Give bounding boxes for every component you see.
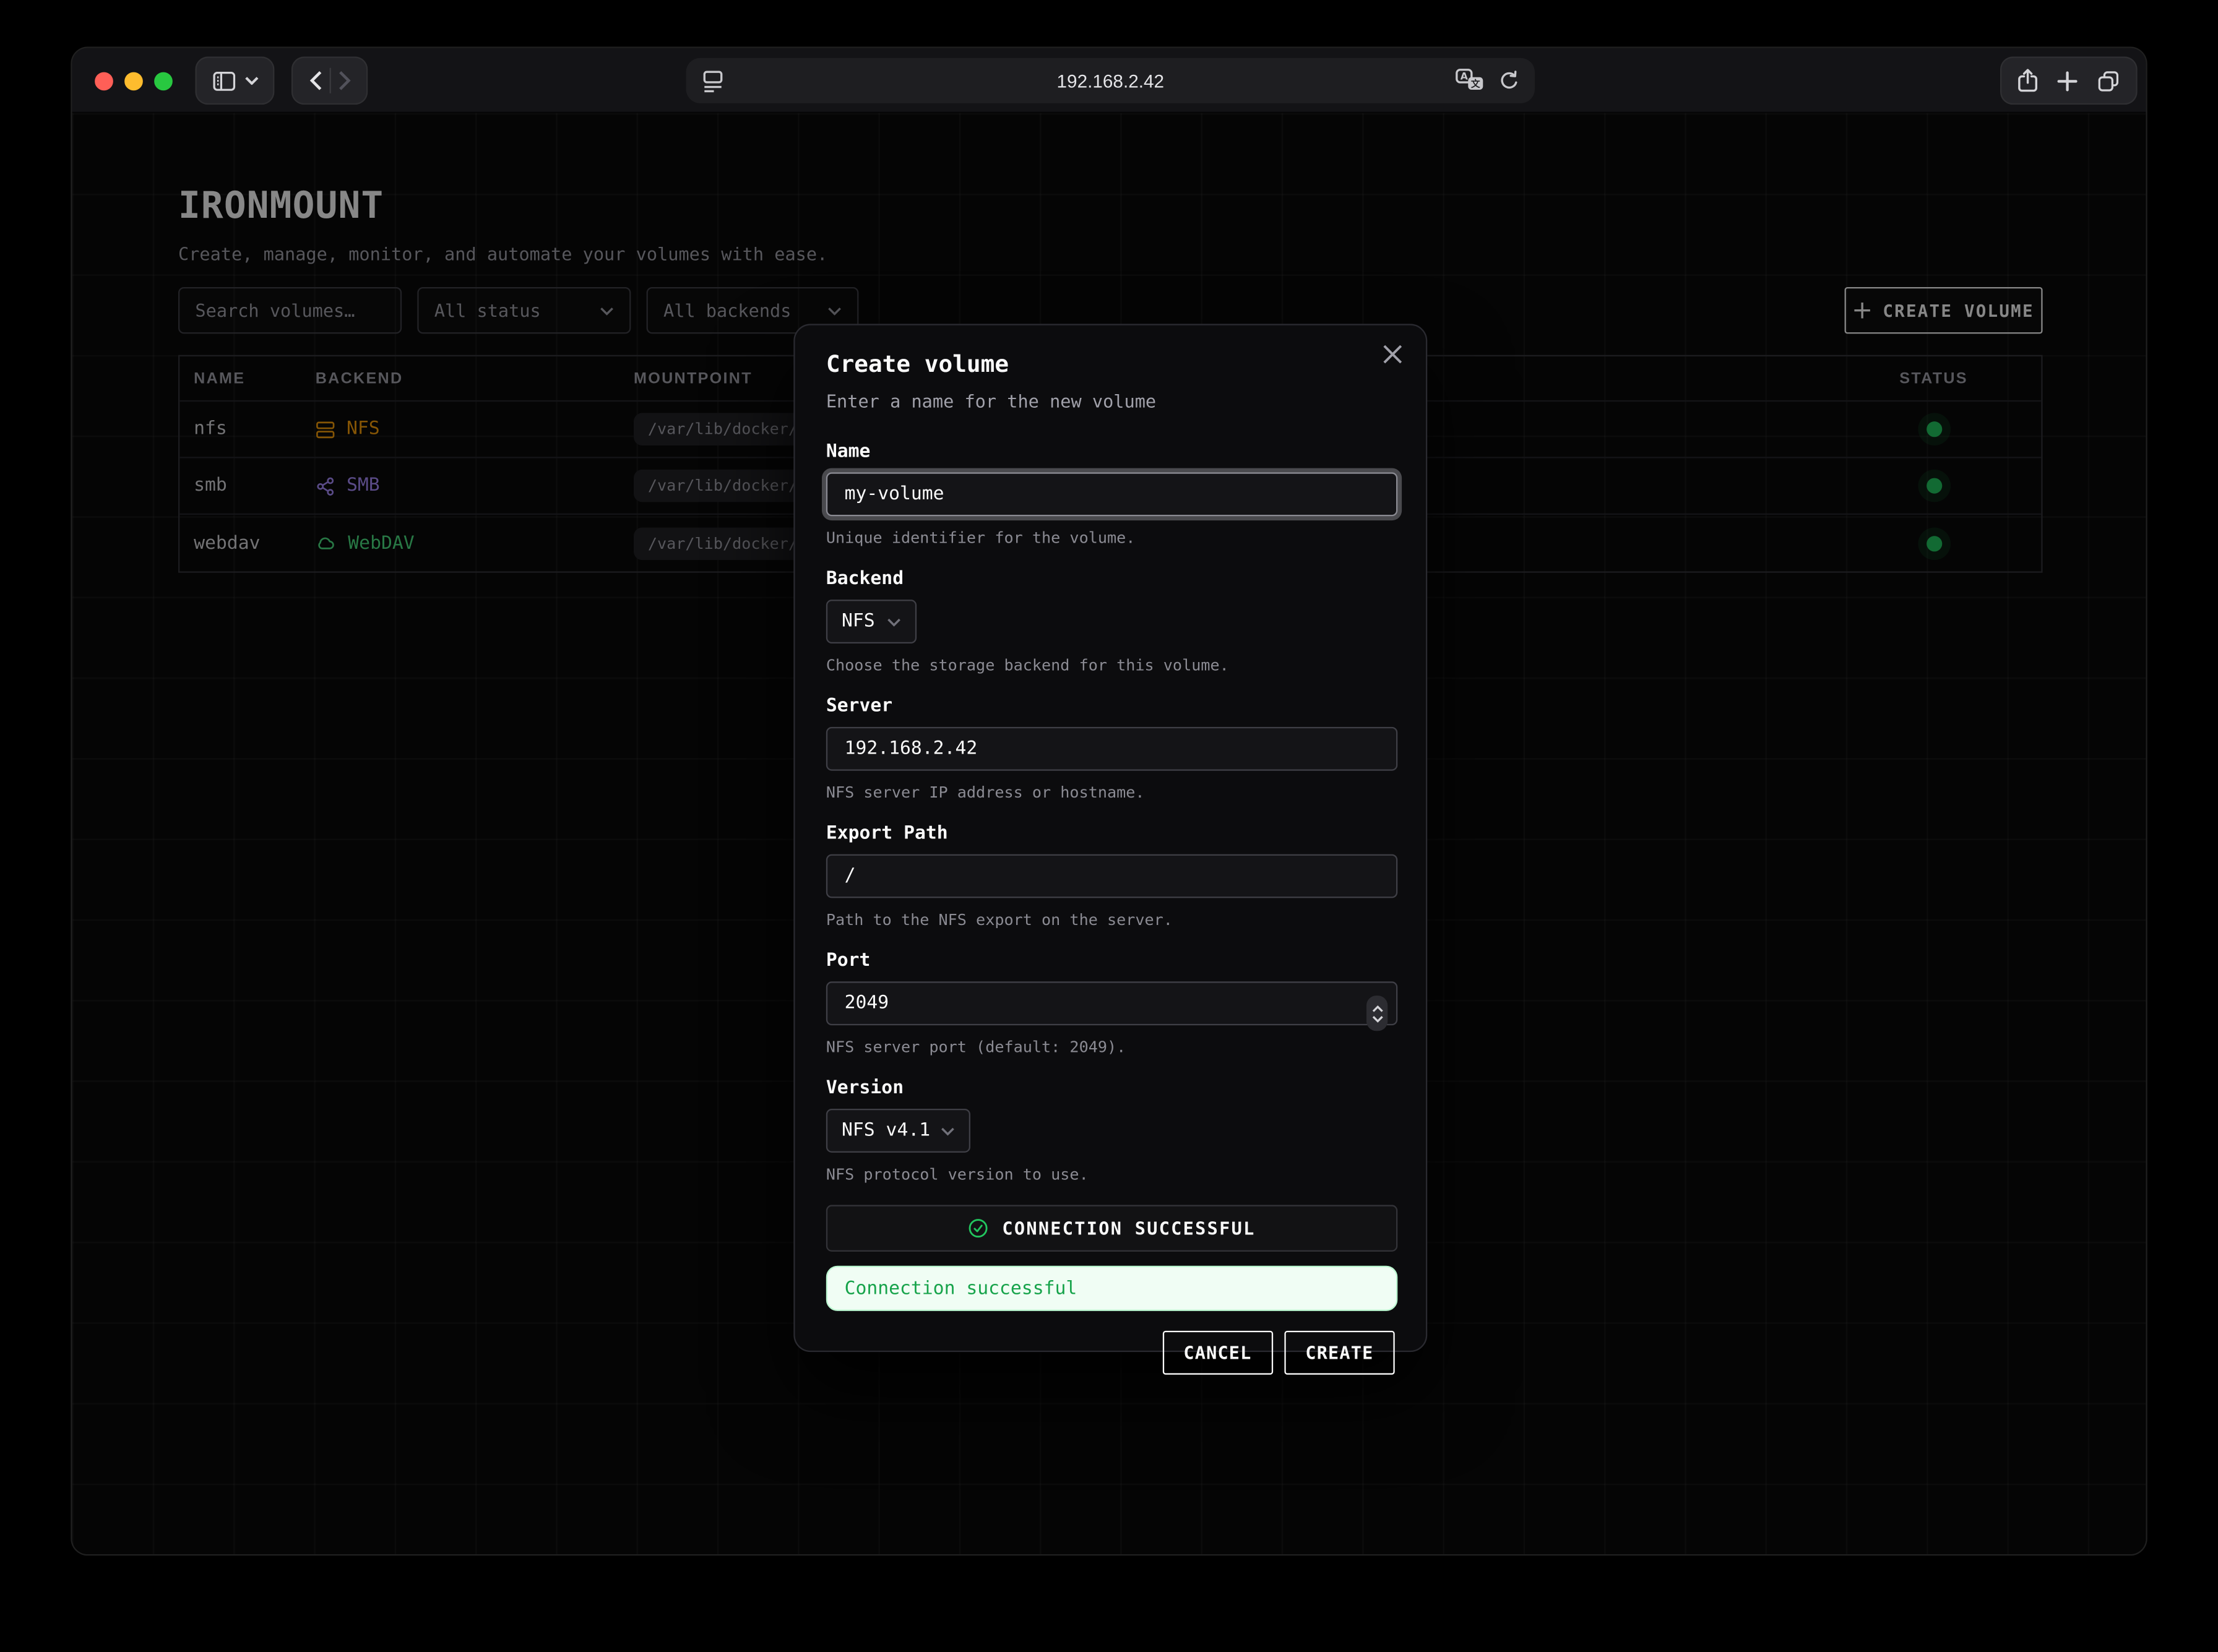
- dialog-title: Create volume: [826, 351, 1395, 377]
- create-volume-dialog: Create volume Enter a name for the new v…: [793, 324, 1427, 1352]
- stepper-up-icon: [1371, 1005, 1383, 1012]
- connection-success-alert: Connection successful: [826, 1266, 1397, 1311]
- chevron-down-icon: [941, 1127, 955, 1135]
- chevron-down-icon: [244, 76, 258, 85]
- sidebar-toggle-button[interactable]: [195, 56, 274, 105]
- reload-icon[interactable]: [1498, 69, 1521, 98]
- dialog-footer: CANCEL CREATE: [826, 1331, 1395, 1375]
- backend-helper: Choose the storage backend for this volu…: [826, 656, 1395, 675]
- version-select[interactable]: NFS v4.1: [826, 1109, 970, 1153]
- svg-text:A: A: [1461, 70, 1469, 82]
- forward-icon[interactable]: [337, 71, 350, 90]
- version-helper: NFS protocol version to use.: [826, 1165, 1395, 1184]
- tabs-overview-icon[interactable]: [2096, 69, 2120, 93]
- number-stepper[interactable]: [1366, 996, 1387, 1031]
- zoom-window-button[interactable]: [154, 71, 173, 90]
- create-button[interactable]: CREATE: [1284, 1331, 1395, 1375]
- browser-chrome: 192.168.2.42 A 文: [72, 48, 2146, 113]
- close-icon[interactable]: [1382, 343, 1405, 366]
- port-input[interactable]: [826, 981, 1397, 1025]
- traffic-lights: [95, 48, 173, 113]
- backend-select[interactable]: NFS: [826, 600, 917, 643]
- share-icon[interactable]: [2017, 68, 2038, 93]
- name-label: Name: [826, 441, 1395, 462]
- chevron-down-icon: [887, 617, 901, 626]
- port-helper: NFS server port (default: 2049).: [826, 1038, 1395, 1057]
- translate-icon[interactable]: A 文: [1456, 68, 1485, 99]
- backend-label: Backend: [826, 569, 1395, 590]
- toolbar-right: [2000, 56, 2138, 105]
- name-helper: Unique identifier for the volume.: [826, 529, 1395, 548]
- export-path-label: Export Path: [826, 823, 1395, 844]
- cancel-button[interactable]: CANCEL: [1162, 1331, 1273, 1375]
- page: IRONMOUNT Create, manage, monitor, and a…: [72, 113, 2147, 1555]
- back-icon[interactable]: [309, 71, 322, 90]
- svg-text:文: 文: [1471, 78, 1480, 89]
- sidebar-icon: [212, 70, 236, 91]
- test-connection-button[interactable]: CONNECTION SUCCESSFUL: [826, 1205, 1397, 1251]
- name-input[interactable]: [826, 472, 1397, 516]
- backend-select-value: NFS: [842, 611, 875, 632]
- nav-buttons: [291, 56, 368, 105]
- address-bar[interactable]: 192.168.2.42 A 文: [686, 58, 1535, 103]
- browser-window: 192.168.2.42 A 文: [71, 46, 2147, 1555]
- screen: 192.168.2.42 A 文: [0, 0, 2218, 1652]
- server-helper: NFS server IP address or hostname.: [826, 783, 1395, 802]
- port-label: Port: [826, 950, 1395, 971]
- alert-text: Connection successful: [845, 1278, 1077, 1299]
- server-label: Server: [826, 696, 1395, 717]
- server-input[interactable]: [826, 727, 1397, 771]
- new-tab-icon[interactable]: [2056, 70, 2078, 91]
- port-field: [826, 981, 1397, 1025]
- version-select-value: NFS v4.1: [842, 1120, 930, 1141]
- stepper-down-icon: [1371, 1015, 1383, 1022]
- url-text: 192.168.2.42: [686, 70, 1535, 91]
- export-path-helper: Path to the NFS export on the server.: [826, 911, 1395, 929]
- nav-divider: [329, 68, 330, 93]
- export-path-input[interactable]: [826, 854, 1397, 898]
- minimize-window-button[interactable]: [124, 71, 143, 90]
- address-bar-actions: A 文: [1456, 68, 1521, 99]
- dialog-subtitle: Enter a name for the new volume: [826, 390, 1395, 411]
- close-window-button[interactable]: [95, 71, 113, 90]
- circle-check-icon: [968, 1218, 989, 1239]
- version-label: Version: [826, 1078, 1395, 1099]
